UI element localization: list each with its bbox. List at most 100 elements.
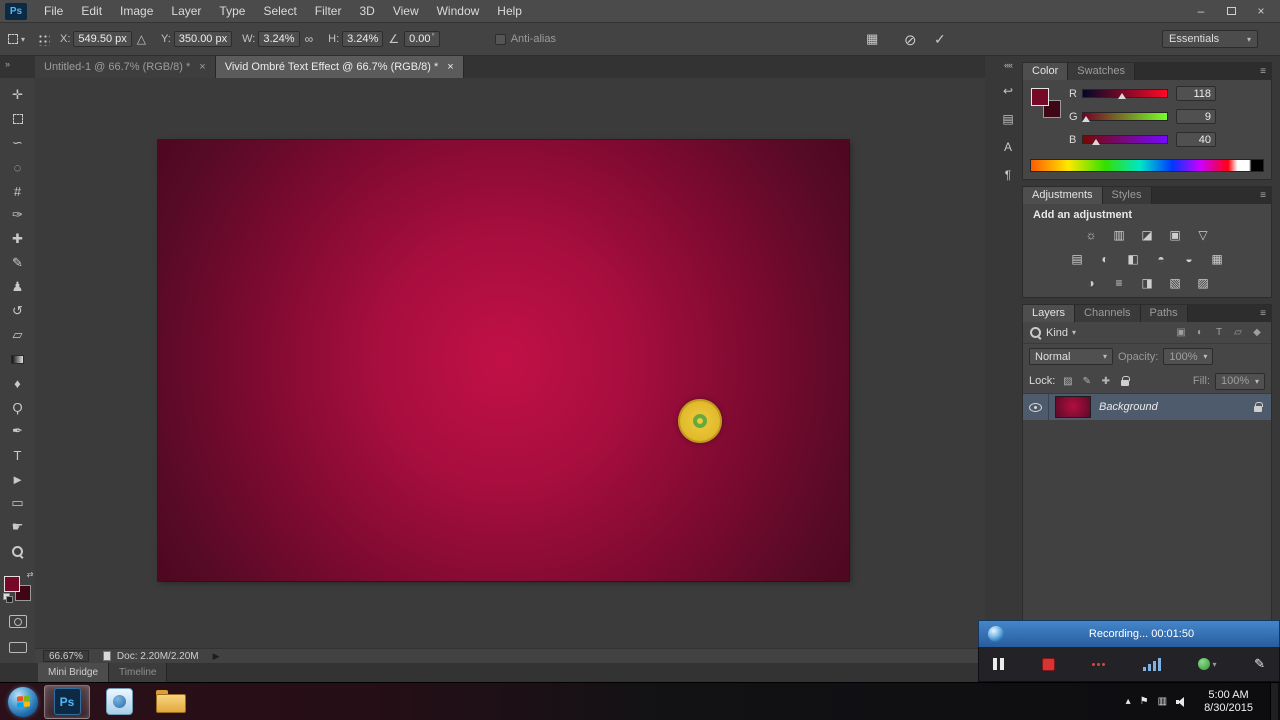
taskbar-explorer-button[interactable]	[148, 685, 194, 719]
adjustment-black-and-white-button[interactable]: ◧	[1123, 251, 1143, 267]
commit-transform-icon[interactable]: ✓	[934, 31, 946, 48]
recorder-title-bar[interactable]: Recording... 00:01:50	[978, 620, 1280, 647]
adjustment-brightness-contrast-button[interactable]: ☼	[1081, 227, 1101, 243]
panel-menu-icon[interactable]: ≡	[1260, 305, 1271, 322]
y-position-field[interactable]: 350.00 px	[173, 31, 233, 47]
menu-type[interactable]: Type	[210, 0, 254, 23]
workspace-switcher[interactable]: Essentials ▾	[1162, 30, 1258, 48]
adjustment-hue-saturation-button[interactable]: ▤	[1067, 251, 1087, 267]
filter-type-layers-button[interactable]: T	[1211, 325, 1227, 340]
adjustment-channel-mixer-button[interactable]: ◒	[1179, 251, 1199, 267]
eraser-tool[interactable]: ▱	[5, 323, 31, 347]
pen-tool[interactable]: ✒	[5, 419, 31, 443]
slider-handle-icon[interactable]	[1081, 116, 1090, 122]
panel-menu-icon[interactable]: ≡	[1260, 187, 1271, 204]
blend-mode-dropdown[interactable]: Normal ▾	[1029, 348, 1113, 365]
type-tool[interactable]: T	[5, 443, 31, 467]
default-colors-icon[interactable]	[2, 593, 13, 603]
audio-meter-button[interactable]	[1142, 657, 1161, 671]
menu-help[interactable]: Help	[488, 0, 531, 23]
draw-tool-button[interactable]: ✎	[1254, 656, 1265, 672]
filter-kind-dropdown[interactable]: Kind	[1046, 327, 1068, 339]
close-tab-icon[interactable]: ×	[447, 61, 453, 73]
taskbar-photoshop-button[interactable]: Ps	[44, 684, 90, 719]
filter-pixel-layers-button[interactable]: ▣	[1173, 325, 1189, 340]
foreground-color-swatch[interactable]	[3, 576, 20, 592]
channel-value-field[interactable]: 9	[1176, 109, 1216, 124]
rotation-field[interactable]: 0.00 °	[404, 31, 440, 47]
panel-tab-swatches[interactable]: Swatches	[1068, 63, 1135, 80]
zoom-level-field[interactable]: 66.67%	[43, 650, 89, 662]
panel-tab-adjustments[interactable]: Adjustments	[1023, 187, 1103, 204]
menu-image[interactable]: Image	[111, 0, 162, 23]
stop-button[interactable]	[1041, 657, 1055, 671]
hand-tool[interactable]: ☛	[5, 515, 31, 539]
taskbar-app-button-2[interactable]	[96, 685, 142, 719]
blur-tool[interactable]: ♦	[5, 371, 31, 395]
link-dimensions-icon[interactable]: ∞	[305, 32, 314, 46]
panel-tab-channels[interactable]: Channels	[1075, 305, 1141, 322]
swap-colors-icon[interactable]: ⇄	[27, 570, 34, 579]
adjustment-gradient-map-button[interactable]: ▧	[1165, 275, 1185, 291]
adjustment-levels-button[interactable]: ▥	[1109, 227, 1129, 243]
layer-visibility-toggle[interactable]	[1023, 394, 1049, 420]
adjustment-threshold-button[interactable]: ◨	[1137, 275, 1157, 291]
pause-button[interactable]	[993, 658, 1004, 670]
reference-point-grid[interactable]	[37, 32, 51, 46]
paragraph-panel-button[interactable]: ¶	[1005, 168, 1011, 182]
zoom-tool[interactable]	[5, 539, 31, 563]
document-tab-2[interactable]: Vivid Ombré Text Effect @ 66.7% (RGB/8) …	[215, 56, 464, 78]
fill-dropdown[interactable]: 100% ▾	[1215, 372, 1265, 390]
adjustment-vibrance-button[interactable]: ▽	[1193, 227, 1213, 243]
eyedropper-tool[interactable]: ✑	[5, 203, 31, 227]
history-panel-button[interactable]: ↩	[1003, 84, 1013, 98]
filter-shape-layers-button[interactable]: ▱	[1230, 325, 1246, 340]
menu-3d[interactable]: 3D	[350, 0, 383, 23]
toolbar-collapse-chevron[interactable]: »	[5, 59, 10, 69]
adjustment-invert-button[interactable]: ◑	[1081, 275, 1101, 291]
record-options-button[interactable]	[1092, 662, 1106, 666]
slider-handle-icon[interactable]	[1117, 93, 1126, 99]
channel-value-field[interactable]: 118	[1176, 86, 1216, 101]
spot-healing-brush-tool[interactable]: ✚	[5, 227, 31, 251]
layer-row-background[interactable]: Background	[1023, 394, 1271, 420]
panel-tab-layers[interactable]: Layers	[1023, 305, 1076, 322]
path-selection-tool[interactable]: ►	[5, 467, 31, 491]
clone-stamp-tool[interactable]: ♟	[5, 275, 31, 299]
rectangular-marquee-tool[interactable]	[5, 107, 31, 131]
menu-edit[interactable]: Edit	[72, 0, 111, 23]
taskbar-clock[interactable]: 5:00 AM 8/30/2015	[1196, 689, 1261, 715]
color-spectrum-ramp[interactable]	[1030, 159, 1264, 172]
close-tab-icon[interactable]: ×	[199, 61, 205, 73]
move-tool[interactable]: ✛	[5, 83, 31, 107]
menu-view[interactable]: View	[384, 0, 428, 23]
show-hidden-icons-chevron[interactable]: ▴	[1126, 696, 1131, 707]
history-brush-tool[interactable]: ↺	[5, 299, 31, 323]
layer-thumbnail[interactable]	[1055, 396, 1091, 418]
crop-tool[interactable]: #	[5, 179, 31, 203]
opacity-dropdown[interactable]: 100% ▾	[1163, 348, 1214, 365]
height-field[interactable]: 3.24%	[342, 31, 384, 47]
relative-position-icon[interactable]: △	[137, 32, 146, 46]
adjustment-exposure-button[interactable]: ▣	[1165, 227, 1185, 243]
lasso-tool[interactable]: ∽	[5, 131, 31, 155]
channel-slider[interactable]	[1082, 89, 1168, 99]
filter-adjustment-layers-button[interactable]: ◐	[1192, 325, 1208, 340]
menu-window[interactable]: Window	[428, 0, 489, 23]
menu-layer[interactable]: Layer	[162, 0, 210, 23]
cancel-transform-icon[interactable]: ⊘	[904, 31, 917, 49]
anti-alias-checkbox[interactable]	[494, 33, 506, 45]
restore-button[interactable]	[1218, 2, 1244, 19]
tool-preset-picker[interactable]: ▾	[8, 34, 25, 44]
lock-transparent-pixels-button[interactable]: ▨	[1060, 374, 1075, 388]
foreground-color-swatch[interactable]	[1031, 88, 1049, 106]
collapse-panels-chevron[interactable]: ««	[1004, 60, 1013, 70]
adjustment-posterize-button[interactable]: ≡	[1109, 275, 1129, 291]
bottom-tab-mini-bridge[interactable]: Mini Bridge	[38, 663, 110, 682]
start-button[interactable]	[8, 686, 38, 717]
document-canvas[interactable]	[158, 140, 849, 581]
menu-select[interactable]: Select	[254, 0, 305, 23]
adjustment-color-balance-button[interactable]: ◐	[1095, 251, 1115, 267]
webcam-toggle-button[interactable]: ▾	[1198, 658, 1216, 670]
rectangle-tool[interactable]: ▭	[5, 491, 31, 515]
